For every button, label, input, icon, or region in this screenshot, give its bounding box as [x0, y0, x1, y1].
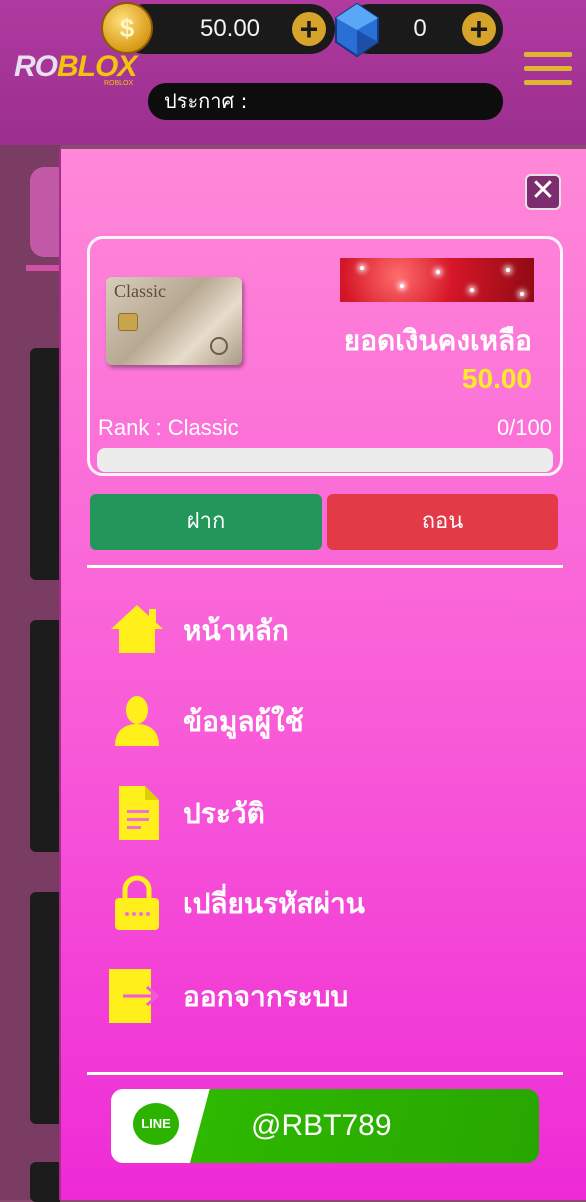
menu-item-logout[interactable]: ออกจากระบบ: [107, 965, 527, 1025]
background-game-thumb: [30, 167, 60, 257]
gem-balance: 0: [413, 15, 427, 42]
lock-icon: [115, 875, 159, 930]
menu-item-change-password[interactable]: เปลี่ยนรหัสผ่าน: [107, 872, 527, 932]
gem-icon: [335, 2, 379, 58]
menu-item-label: ข้อมูลผู้ใช้: [183, 705, 304, 738]
deposit-button[interactable]: ฝาก: [90, 494, 322, 550]
card-tier-label: Classic: [114, 281, 166, 301]
card-seal-icon: [210, 337, 228, 355]
document-icon: [119, 786, 159, 840]
background-indicator: [26, 265, 60, 271]
logo-tagline: ROBLOX: [104, 80, 134, 87]
background-game-tile: [30, 348, 60, 580]
background-game-tile: [30, 892, 60, 1124]
menu-item-label: ออกจากระบบ: [183, 980, 349, 1013]
menu-item-profile[interactable]: ข้อมูลผู้ใช้: [107, 690, 527, 750]
withdraw-button[interactable]: ถอน: [327, 494, 558, 550]
balance-value: 50.00: [461, 363, 532, 394]
menu-item-label: ประวัติ: [183, 797, 265, 830]
wallet-card: Classic ยอดเงินคงเหลือ 50.00 Rank : Clas…: [87, 236, 563, 476]
line-id: @RBT789: [251, 1109, 392, 1142]
close-button[interactable]: ✕: [525, 174, 561, 210]
divider: [87, 1072, 563, 1075]
add-gem-button[interactable]: +: [462, 12, 496, 46]
coin-balance: 50.00: [199, 15, 261, 42]
top-header: 50.00 + $ 0 + ROBLOX ROBLOX ประกาศ :: [0, 0, 586, 145]
rank-progress-text: 0/100: [496, 415, 552, 440]
logo-suffix: BLOX: [57, 50, 137, 83]
menu-hamburger-icon[interactable]: [524, 52, 572, 86]
rank-label: Rank : Classic: [98, 415, 239, 440]
menu-item-history[interactable]: ประวัติ: [107, 782, 527, 842]
logout-icon: [109, 969, 160, 1023]
side-drawer: ✕ Classic ยอดเงินคงเหลือ 50.00 Rank : Cl…: [59, 149, 586, 1200]
rank-progress-bar: [97, 448, 553, 472]
background-game-tile: [30, 620, 60, 852]
sparkle-banner: [340, 258, 534, 302]
menu-item-label: หน้าหลัก: [183, 614, 289, 647]
coin-icon: $: [101, 2, 153, 54]
announcement-label: ประกาศ :: [164, 89, 248, 113]
home-icon: [111, 605, 163, 653]
card-chip-icon: [118, 313, 138, 331]
line-icon: LINE: [133, 1103, 179, 1145]
divider: [87, 565, 563, 568]
add-coin-button[interactable]: +: [292, 12, 326, 46]
line-contact-button[interactable]: LINE @RBT789: [111, 1089, 539, 1163]
menu-item-label: เปลี่ยนรหัสผ่าน: [183, 887, 365, 920]
announcement-bar: ประกาศ :: [148, 83, 503, 120]
credit-card-image: Classic: [106, 277, 242, 365]
user-icon: [115, 696, 159, 746]
logo-prefix: RO: [14, 50, 58, 83]
background-game-tile: [30, 1162, 60, 1202]
menu-item-home[interactable]: หน้าหลัก: [107, 599, 527, 659]
balance-label: ยอดเงินคงเหลือ: [343, 324, 532, 357]
